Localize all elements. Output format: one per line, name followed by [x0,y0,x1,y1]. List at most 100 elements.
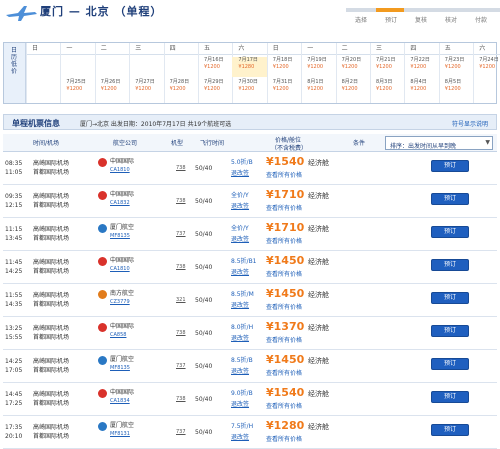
symbol-legend-link[interactable]: 符号显示说明 [452,119,488,128]
flight-row: 14:45 17:25 高崎国际机场 首都国际机场 中国国际 CA1834 738 50/40… [3,384,497,416]
discount-class: 8.0折/H [231,324,254,331]
flight-times: 14:25 17:05 [5,358,23,374]
discount-class: 全价/Y [231,192,249,199]
book-button[interactable]: 预订 [431,160,469,172]
calendar-day[interactable]: 8月3日 ¥1200 [370,79,404,99]
all-prices-link[interactable]: 查看所有价格 [266,203,302,212]
calendar-day[interactable]: 7月17日 ¥1280 [232,57,267,77]
aircraft-type[interactable]: 738 [176,165,186,171]
step-review: 复核 [414,17,427,24]
ticket-price: ¥1540 [266,155,305,168]
book-button[interactable]: 预订 [431,226,469,238]
book-button[interactable]: 预订 [431,292,469,304]
refund-change-link[interactable]: 退改签 [231,399,249,408]
book-button[interactable]: 预订 [431,358,469,370]
booking-steps: 选择 预订 复核 核对 付款 [346,8,500,30]
book-button[interactable]: 预订 [431,391,469,403]
all-prices-link[interactable]: 查看所有价格 [266,170,302,179]
calendar-day[interactable]: 8月1日 ¥1200 [301,79,335,99]
airline-logo-icon [98,224,107,233]
aircraft-type[interactable]: 737 [176,363,186,369]
calendar-weekday: 六 [473,43,500,55]
cabin-class: 经济舱 [308,192,329,200]
airline-logo-icon [98,422,107,431]
all-prices-link[interactable]: 查看所有价格 [266,302,302,311]
aircraft-type[interactable]: 738 [176,198,186,204]
all-prices-link[interactable]: 查看所有价格 [266,269,302,278]
flight-number[interactable]: CZ3779 [110,299,130,305]
sort-select[interactable]: 排序：出发时间从早到晚 ▼ [385,136,493,150]
flight-row: 11:55 14:35 高崎国际机场 首都国际机场 南方航空 CZ3779 321 50/40… [3,285,497,317]
calendar-weekday: 二 [94,43,130,55]
all-prices-link[interactable]: 查看所有价格 [266,401,302,410]
airline-logo-icon [98,323,107,332]
calendar-day[interactable]: 7月30日 ¥1200 [232,79,266,99]
airline-name: 厦门航空 [110,356,135,363]
calendar-day[interactable]: 7月19日 ¥1200 [301,57,335,77]
calendar-day[interactable]: 7月27日 ¥1200 [129,79,163,99]
all-prices-link[interactable]: 查看所有价格 [266,368,302,377]
calendar-day[interactable]: 7月31日 ¥1200 [267,79,301,99]
flight-duration: 50/40 [195,165,213,172]
aircraft-type[interactable]: 321 [176,297,186,303]
flight-number[interactable]: CA858 [110,332,126,338]
airline-logo-icon [98,389,107,398]
calendar-day[interactable]: 7月29日 ¥1200 [198,79,232,99]
aircraft-type[interactable]: 738 [176,330,186,336]
calendar-day[interactable]: 7月26日 ¥1200 [95,79,129,99]
calendar-day[interactable]: 7月24日 ¥1200 [473,57,500,77]
flight-number[interactable]: MF8131 [110,431,130,437]
calendar-weekday: 二 [335,43,370,55]
airline-name: 南方航空 [110,290,135,297]
flight-number[interactable]: CA1810 [110,167,130,173]
calendar-day[interactable]: 7月20日 ¥1200 [336,57,370,77]
aircraft-type[interactable]: 738 [176,396,186,402]
header: 厦门 — 北京 （单程） 选择 预订 复核 核对 付款 [0,0,500,36]
airline-name: 厦门航空 [110,422,135,429]
flight-number[interactable]: MF8135 [110,365,130,371]
refund-change-link[interactable]: 退改签 [231,333,249,342]
calendar-day[interactable]: 7月21日 ¥1200 [370,57,404,77]
airline-name: 中国国际 [110,257,135,264]
airline-logo-icon [98,257,107,266]
calendar-day[interactable]: 7月28日 ¥1200 [164,79,198,99]
discount-class: 7.5折/H [231,423,254,430]
refund-change-link[interactable]: 退改签 [231,300,249,309]
book-button[interactable]: 预订 [431,325,469,337]
refund-change-link[interactable]: 退改签 [231,366,249,375]
book-button[interactable]: 预订 [431,193,469,205]
aircraft-type[interactable]: 737 [176,231,186,237]
book-button[interactable]: 预订 [431,424,469,436]
ticket-price: ¥1370 [266,320,305,333]
ticket-price: ¥1710 [266,221,305,234]
calendar-day[interactable]: 7月25日 ¥1200 [60,79,94,99]
airline-name: 中国国际 [110,389,135,396]
all-prices-link[interactable]: 查看所有价格 [266,236,302,245]
calendar-weekday: 六 [232,43,267,55]
ticket-price: ¥1450 [266,254,305,267]
airline-name: 中国国际 [110,323,135,330]
calendar-day[interactable]: 7月18日 ¥1200 [267,57,301,77]
aircraft-type[interactable]: 737 [176,429,186,435]
calendar-day[interactable]: 7月22日 ¥1200 [404,57,438,77]
all-prices-link[interactable]: 查看所有价格 [266,335,302,344]
calendar-day[interactable]: 8月4日 ¥1200 [404,79,438,99]
flight-number[interactable]: CA1832 [110,200,130,206]
calendar-day[interactable]: 8月5日 ¥1200 [439,79,473,99]
refund-change-link[interactable]: 退改签 [231,432,249,441]
refund-change-link[interactable]: 退改签 [231,201,249,210]
all-prices-link[interactable]: 查看所有价格 [266,434,302,443]
calendar-day[interactable]: 8月2日 ¥1200 [336,79,370,99]
flight-number[interactable]: MF8135 [110,233,130,239]
book-button[interactable]: 预订 [431,259,469,271]
flight-airports: 高崎国际机场 首都国际机场 [33,391,70,407]
refund-change-link[interactable]: 退改签 [231,234,249,243]
flight-number[interactable]: CA1834 [110,398,130,404]
flight-duration: 50/40 [195,297,213,304]
refund-change-link[interactable]: 退改签 [231,267,249,276]
refund-change-link[interactable]: 退改签 [231,168,249,177]
flight-number[interactable]: CA1810 [110,266,130,272]
calendar-day[interactable]: 7月16日 ¥1200 [198,57,232,77]
calendar-day[interactable]: 7月23日 ¥1200 [439,57,473,77]
aircraft-type[interactable]: 738 [176,264,186,270]
